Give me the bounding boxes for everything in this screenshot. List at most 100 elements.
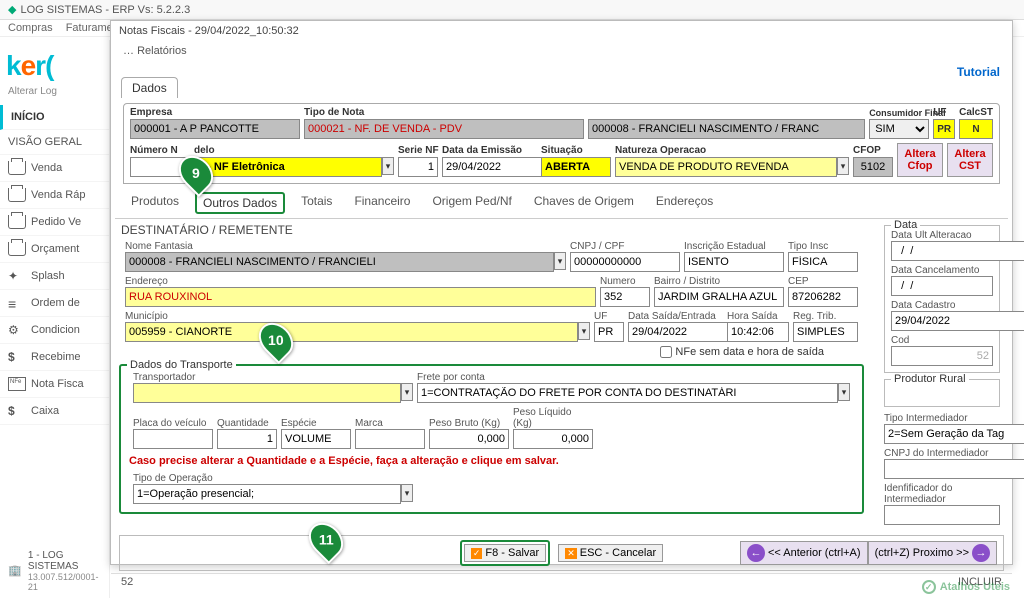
tipoinsc-label: Tipo Insc [788, 241, 858, 252]
datasaida-label: Data Saída/Entrada [628, 311, 723, 322]
tiponota-input[interactable] [304, 119, 584, 139]
cep-input[interactable] [788, 287, 858, 307]
nfe-sem-data-checkbox[interactable]: NFe sem data e hora de saída [660, 346, 824, 358]
cod-label: Cod [891, 335, 993, 346]
regtrib-input[interactable] [793, 322, 858, 342]
modelo-input[interactable] [194, 157, 382, 177]
chevron-down-icon[interactable]: ▾ [401, 383, 413, 401]
window-title: LOG SISTEMAS - ERP Vs: 5.2.2.3 [20, 4, 190, 16]
serie-input[interactable] [398, 157, 438, 177]
nav-splash[interactable]: Splash [0, 263, 109, 290]
nomefant-input[interactable] [125, 252, 554, 272]
idint-input[interactable] [884, 505, 1000, 525]
nav-inicio[interactable]: INÍCIO [0, 105, 109, 130]
menu-compras[interactable]: Compras [8, 22, 53, 34]
proximo-button[interactable]: (ctrl+Z) Proximo >>→ [868, 541, 997, 565]
chevron-down-icon[interactable]: ▾ [837, 157, 849, 175]
nav-ordem[interactable]: Ordem de [0, 290, 109, 317]
cart-icon [8, 215, 26, 229]
cep-label: CEP [788, 276, 858, 287]
consfinal-select[interactable]: SIM [869, 119, 929, 139]
nav-org: 1 - LOG SISTEMAS 13.007.512/0001-21 [0, 544, 110, 598]
anterior-button[interactable]: ←<< Anterior (ctrl+A) [740, 541, 868, 565]
tutorial-link[interactable]: Tutorial [957, 65, 1000, 79]
titlebar: ◆ LOG SISTEMAS - ERP Vs: 5.2.2.3 [0, 0, 1024, 20]
arrow-right-icon: → [972, 544, 990, 562]
bairro-input[interactable] [654, 287, 784, 307]
uf-input[interactable] [594, 322, 624, 342]
cliente-input[interactable] [588, 119, 865, 139]
nav-visao-geral[interactable]: VISÃO GERAL [0, 130, 109, 155]
subtab-totais[interactable]: Totais [295, 192, 338, 214]
nav-recebimento[interactable]: Recebime [0, 344, 109, 371]
numero-input[interactable] [600, 287, 650, 307]
subtab-outros-dados[interactable]: Outros Dados [195, 192, 285, 214]
endereco-input[interactable] [125, 287, 596, 307]
nav-caixa[interactable]: Caixa [0, 398, 109, 425]
cnpj-input[interactable] [570, 252, 680, 272]
nav-orcamento[interactable]: Orçament [0, 236, 109, 263]
transportador-input[interactable] [133, 383, 401, 403]
salvar-button[interactable]: ✓F8 - Salvar [464, 544, 546, 562]
subtab-produtos[interactable]: Produtos [125, 192, 185, 214]
marca-input[interactable] [355, 429, 425, 449]
produtor-rural-group: Produtor Rural [884, 379, 1000, 407]
placa-input[interactable] [133, 429, 213, 449]
insc-input[interactable] [684, 252, 784, 272]
chevron-down-icon[interactable]: ▾ [838, 383, 850, 401]
app-icon: ◆ [8, 3, 16, 16]
subtab-financeiro[interactable]: Financeiro [348, 192, 416, 214]
nav-nota-fiscal[interactable]: Nota Fisca [0, 371, 109, 398]
tipoint-select[interactable] [884, 424, 1024, 444]
tipoop-select[interactable] [133, 484, 401, 504]
dots-icon[interactable]: … [123, 45, 134, 57]
empresa-label: Empresa [130, 107, 300, 118]
cnpjint-input[interactable] [884, 459, 1024, 479]
calcst-badge: N [959, 119, 993, 139]
money-icon [8, 404, 26, 418]
tab-dados[interactable]: Dados [121, 77, 178, 98]
subtab-chaves[interactable]: Chaves de Origem [528, 192, 640, 214]
ultalt-input[interactable] [891, 241, 1024, 261]
chevron-down-icon[interactable]: ▾ [401, 484, 413, 502]
marca-label: Marca [355, 418, 425, 429]
nav-venda-rapida[interactable]: Venda Ráp [0, 182, 109, 209]
altera-cst-button[interactable]: Altera CST [947, 143, 993, 177]
transporte-hint: Caso precise alterar a Quantidade e a Es… [127, 451, 856, 471]
cfop-input[interactable] [853, 157, 893, 177]
altera-cfop-button[interactable]: Altera Cfop [897, 143, 943, 177]
cancelar-button[interactable]: ✕ESC - Cancelar [558, 544, 663, 562]
chevron-down-icon[interactable]: ▾ [578, 322, 590, 340]
building-icon [8, 564, 23, 578]
subtab-origem[interactable]: Origem Ped/Nf [426, 192, 517, 214]
pesoliq-label: Peso Líquido (Kg) [513, 407, 593, 429]
footer: ✓Atalhos Uteis [110, 576, 1020, 598]
situacao-input[interactable] [541, 157, 611, 177]
menu-relatorios[interactable]: Relatórios [137, 45, 187, 57]
subtab-enderecos[interactable]: Endereços [650, 192, 719, 214]
cadastro-input[interactable] [891, 311, 1024, 331]
frete-select[interactable] [417, 383, 838, 403]
chevron-down-icon[interactable]: ▾ [554, 252, 566, 270]
bottom-bar: ✓F8 - Salvar ✕ESC - Cancelar ←<< Anterio… [119, 535, 1004, 571]
nav-condicionais[interactable]: Condicion [0, 317, 109, 344]
nav-venda[interactable]: Venda [0, 155, 109, 182]
nav-pedido[interactable]: Pedido Ve [0, 209, 109, 236]
especie-label: Espécie [281, 418, 351, 429]
chevron-down-icon[interactable]: ▾ [382, 157, 394, 175]
horasaida-input[interactable] [727, 322, 789, 342]
horasaida-label: Hora Saída [727, 311, 789, 322]
natop-input[interactable] [615, 157, 837, 177]
arrow-left-icon: ← [747, 544, 765, 562]
pesoliq-input[interactable] [513, 429, 593, 449]
pesobruto-input[interactable] [429, 429, 509, 449]
especie-input[interactable] [281, 429, 351, 449]
qtd-input[interactable] [217, 429, 277, 449]
cancel-input[interactable] [891, 276, 993, 296]
alterar-login[interactable]: Alterar Log [0, 86, 109, 105]
empresa-input[interactable] [130, 119, 300, 139]
tipoinsc-input[interactable] [788, 252, 858, 272]
municipio-input[interactable] [125, 322, 578, 342]
atalhos-uteis[interactable]: ✓Atalhos Uteis [922, 580, 1010, 594]
regtrib-label: Reg. Trib. [793, 311, 858, 322]
